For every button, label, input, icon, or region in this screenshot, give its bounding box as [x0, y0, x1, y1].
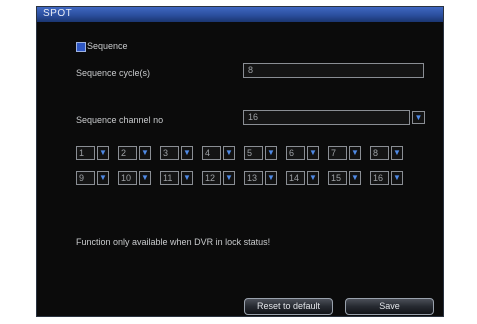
channel-select[interactable]: 1 ▼: [76, 146, 109, 160]
window-title: SPOT: [43, 8, 73, 19]
channel-select-value[interactable]: 6: [286, 146, 305, 160]
channel-select-value[interactable]: 5: [244, 146, 263, 160]
channel-select[interactable]: 10 ▼: [118, 171, 151, 185]
channel-select[interactable]: 14 ▼: [286, 171, 319, 185]
title-bar: SPOT: [37, 7, 443, 22]
channel-select-value[interactable]: 8: [370, 146, 389, 160]
channel-select-value[interactable]: 9: [76, 171, 95, 185]
channel-select[interactable]: 9 ▼: [76, 171, 109, 185]
chevron-down-icon[interactable]: ▼: [97, 171, 109, 185]
sequence-channel-no-label: Sequence channel no: [76, 115, 164, 125]
spot-dialog: SPOT Sequence Sequence cycle(s) 8 Sequen…: [36, 6, 444, 317]
save-button[interactable]: Save: [345, 298, 434, 315]
chevron-down-icon[interactable]: ▼: [223, 171, 235, 185]
channel-select-value[interactable]: 12: [202, 171, 221, 185]
chevron-down-icon[interactable]: ▼: [97, 146, 109, 160]
chevron-down-icon[interactable]: ▼: [223, 146, 235, 160]
reset-to-default-button[interactable]: Reset to default: [244, 298, 333, 315]
chevron-down-icon[interactable]: ▼: [391, 171, 403, 185]
sequence-cycle-input[interactable]: 8: [243, 63, 424, 78]
chevron-down-icon[interactable]: ▼: [349, 171, 361, 185]
channel-select-value[interactable]: 4: [202, 146, 221, 160]
chevron-down-icon[interactable]: ▼: [265, 171, 277, 185]
channel-select[interactable]: 6 ▼: [286, 146, 319, 160]
chevron-down-icon[interactable]: ▼: [391, 146, 403, 160]
chevron-down-icon[interactable]: ▼: [139, 146, 151, 160]
channel-select[interactable]: 12 ▼: [202, 171, 235, 185]
chevron-down-icon[interactable]: ▼: [265, 146, 277, 160]
sequence-cycle-label: Sequence cycle(s): [76, 68, 151, 78]
lock-status-note: Function only available when DVR in lock…: [76, 237, 271, 247]
channel-select[interactable]: 8 ▼: [370, 146, 403, 160]
channel-select[interactable]: 15 ▼: [328, 171, 361, 185]
channel-select[interactable]: 16 ▼: [370, 171, 403, 185]
channel-select[interactable]: 4 ▼: [202, 146, 235, 160]
chevron-down-icon[interactable]: ▼: [181, 171, 193, 185]
chevron-down-icon[interactable]: ▼: [307, 171, 319, 185]
chevron-down-icon[interactable]: ▼: [412, 111, 425, 124]
channel-select[interactable]: 7 ▼: [328, 146, 361, 160]
sequence-checkbox[interactable]: [76, 42, 86, 52]
channel-select-value[interactable]: 10: [118, 171, 137, 185]
channel-select-value[interactable]: 3: [160, 146, 179, 160]
channel-select[interactable]: 5 ▼: [244, 146, 277, 160]
channel-select-value[interactable]: 2: [118, 146, 137, 160]
sequence-channel-no-select[interactable]: 16: [243, 110, 410, 125]
channel-select-value[interactable]: 7: [328, 146, 347, 160]
sequence-checkbox-label: Sequence: [87, 41, 128, 51]
channel-select-value[interactable]: 11: [160, 171, 179, 185]
chevron-down-icon[interactable]: ▼: [307, 146, 319, 160]
chevron-down-icon[interactable]: ▼: [181, 146, 193, 160]
channel-select-value[interactable]: 14: [286, 171, 305, 185]
channel-select[interactable]: 13 ▼: [244, 171, 277, 185]
channel-select[interactable]: 3 ▼: [160, 146, 193, 160]
channel-select-value[interactable]: 1: [76, 146, 95, 160]
channel-select-value[interactable]: 13: [244, 171, 263, 185]
chevron-down-icon[interactable]: ▼: [139, 171, 151, 185]
chevron-down-icon[interactable]: ▼: [349, 146, 361, 160]
channel-select-value[interactable]: 16: [370, 171, 389, 185]
channel-select[interactable]: 2 ▼: [118, 146, 151, 160]
channel-select[interactable]: 11 ▼: [160, 171, 193, 185]
channel-select-value[interactable]: 15: [328, 171, 347, 185]
